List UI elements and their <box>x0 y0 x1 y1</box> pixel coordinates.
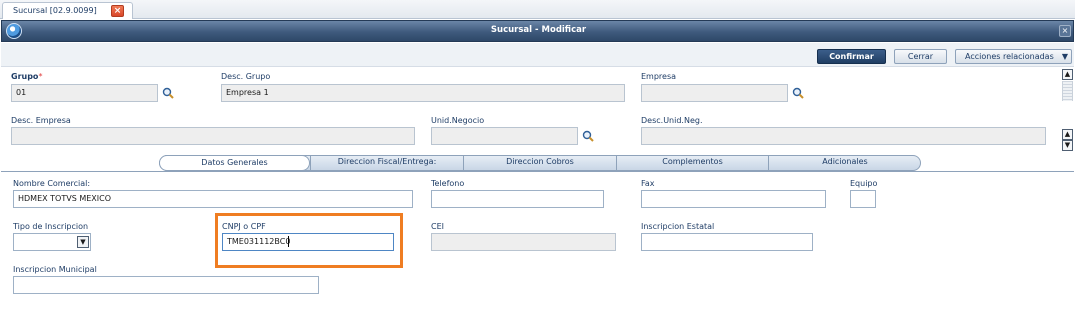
tab-adicionales[interactable]: Adicionales <box>768 155 921 171</box>
desc-empresa-label: Desc. Empresa <box>11 116 71 125</box>
equipo-label: Equipo <box>850 179 878 188</box>
chevron-down-icon[interactable]: ▼ <box>77 236 89 248</box>
nombre-comercial-field[interactable]: HDMEX TOTVS MEXICO <box>13 190 413 208</box>
tipo-inscripcion-label: Tipo de Inscripcion <box>13 222 89 231</box>
chevron-down-icon: ▼ <box>1061 52 1068 61</box>
inscripcion-municipal-field[interactable] <box>13 276 319 294</box>
cei-field[interactable] <box>431 233 616 251</box>
cei-label: CEI <box>431 222 444 231</box>
inscripcion-estatal-field[interactable] <box>641 233 813 251</box>
magnifier-icon[interactable] <box>582 130 594 142</box>
unid-negocio-field[interactable] <box>431 127 578 145</box>
desc-unid-neg-label: Desc.Unid.Neg. <box>641 116 703 125</box>
telefono-label: Telefono <box>431 179 465 188</box>
fax-field[interactable] <box>641 190 826 208</box>
window-title-bar: Sucursal - Modificar × <box>1 20 1074 42</box>
tab-divider <box>1 171 1074 172</box>
document-tab-strip <box>0 0 1075 19</box>
document-tab[interactable]: Sucursal [02.9.0099] × <box>2 2 133 19</box>
grupo-field[interactable]: 01 <box>11 84 158 102</box>
window-close-icon[interactable]: × <box>1059 25 1071 37</box>
desc-unid-neg-field[interactable] <box>641 127 1046 145</box>
desc-grupo-field[interactable]: Empresa 1 <box>221 84 625 102</box>
tab-datos-generales[interactable]: Datos Generales <box>159 155 310 171</box>
empresa-field[interactable] <box>641 84 788 102</box>
nombre-comercial-label: Nombre Comercial: <box>13 179 91 188</box>
tab-direccion-fiscal[interactable]: Direccion Fiscal/Entrega: <box>310 155 463 171</box>
scroll-down-icon[interactable]: ▼ <box>1062 140 1073 151</box>
confirm-button[interactable]: Confirmar <box>817 49 886 64</box>
scrollbar-thumb[interactable] <box>1062 81 1073 101</box>
tab-complementos[interactable]: Complementos <box>616 155 768 171</box>
magnifier-icon[interactable] <box>792 87 804 99</box>
fax-label: Fax <box>641 179 655 188</box>
unid-negocio-label: Unid.Negocio <box>431 116 485 125</box>
magnifier-icon[interactable] <box>162 87 174 99</box>
required-mark: * <box>38 72 43 81</box>
inscripcion-municipal-label: Inscripcion Municipal <box>13 265 97 274</box>
close-button[interactable]: Cerrar <box>894 49 947 64</box>
document-tab-label: Sucursal [02.9.0099] <box>13 6 97 15</box>
inscripcion-estatal-label: Inscripcion Estatal <box>641 222 715 231</box>
scroll-up-icon[interactable]: ▲ <box>1062 69 1073 80</box>
tab-direccion-cobros[interactable]: Direccion Cobros <box>463 155 616 171</box>
related-actions-button[interactable]: Acciones relacionadas ▼ <box>955 49 1072 64</box>
highlight-box <box>215 213 403 268</box>
window-title: Sucursal - Modificar <box>490 25 587 35</box>
desc-grupo-label: Desc. Grupo <box>221 72 271 81</box>
equipo-field[interactable] <box>850 190 876 208</box>
scroll-up-icon[interactable]: ▲ <box>1062 129 1073 140</box>
related-actions-label: Acciones relacionadas <box>965 52 1054 61</box>
empresa-label: Empresa <box>641 72 677 81</box>
grupo-label: Grupo* <box>11 72 43 81</box>
desc-empresa-field[interactable] <box>11 127 415 145</box>
close-icon[interactable]: × <box>111 5 124 17</box>
telefono-field[interactable] <box>431 190 604 208</box>
